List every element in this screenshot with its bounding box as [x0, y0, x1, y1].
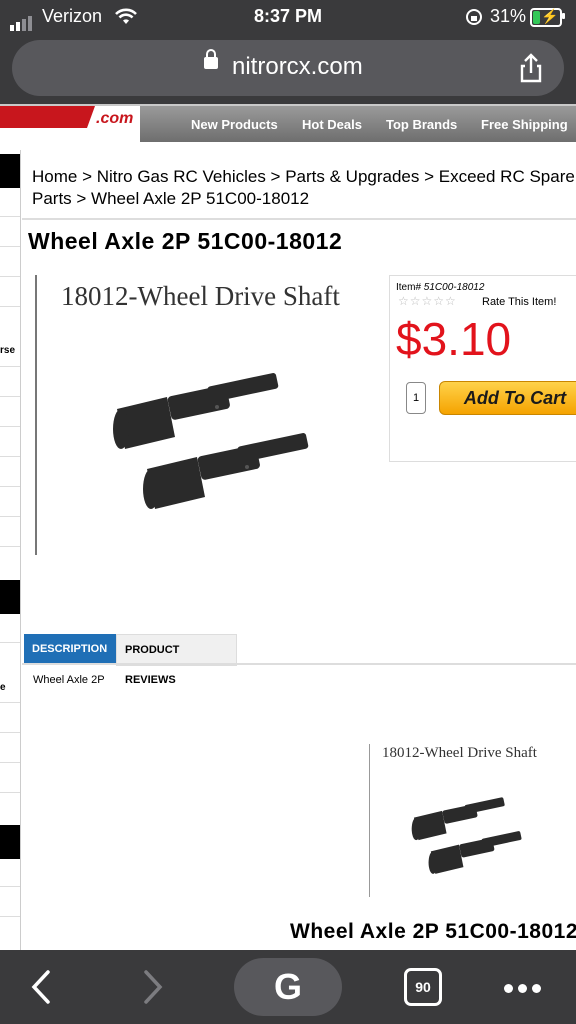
tab-description[interactable]: DESCRIPTION [24, 634, 116, 664]
forward-icon[interactable] [140, 968, 166, 1006]
sidebar-divider [0, 246, 20, 247]
sidebar-divider [0, 546, 20, 547]
add-to-cart-button[interactable]: Add To Cart [439, 381, 576, 415]
google-icon: G [273, 966, 302, 1007]
divider [22, 218, 576, 220]
product-image-caption: 18012-Wheel Drive Shaft [61, 281, 340, 311]
sidebar-header-block [0, 580, 20, 614]
sidebar-divider [0, 426, 20, 427]
sidebar-divider [0, 456, 20, 457]
price: $3.10 [396, 313, 512, 365]
divider [22, 663, 576, 665]
description-image: 18012-Wheel Drive Shaft [369, 744, 570, 897]
sidebar-divider [0, 516, 20, 517]
sidebar-divider [0, 396, 20, 397]
logo-mark [0, 106, 96, 128]
description-title-clip: Wheel Axle 2P 51C00-18012 [0, 915, 576, 950]
sidebar-item-label[interactable]: e [0, 682, 6, 693]
address-bar[interactable]: nitrorcx.com [12, 40, 564, 96]
drive-shaft-image [113, 373, 309, 509]
sidebar-divider [0, 792, 20, 793]
product-image[interactable]: 18012-Wheel Drive Shaft [35, 275, 367, 555]
battery-cap [562, 13, 565, 19]
sidebar-item-label[interactable]: rse [0, 345, 15, 356]
status-bar: Verizon 8:37 PM 31% ⚡ [0, 0, 576, 34]
sidebar-divider [0, 366, 20, 367]
sidebar-divider [0, 306, 20, 307]
site-logo[interactable]: .com [0, 106, 140, 142]
nav-hot-deals[interactable]: Hot Deals [302, 117, 362, 132]
sidebar-header-block [0, 154, 20, 188]
sidebar-header-block [0, 825, 20, 859]
item-number-value: 51C00-18012 [423, 282, 485, 293]
sidebar-divider [0, 486, 20, 487]
nav-top-brands[interactable]: Top Brands [386, 117, 457, 132]
rate-item-link[interactable]: Rate This Item! [482, 296, 556, 308]
purchase-box: Item# 51C00-18012 ☆☆☆☆☆ Rate This Item! … [389, 275, 576, 462]
sidebar-divider [0, 276, 20, 277]
item-number: Item# 51C00-18012 [396, 282, 484, 293]
description-image-caption: 18012-Wheel Drive Shaft [382, 745, 537, 761]
more-menu-icon[interactable] [504, 980, 546, 998]
breadcrumb[interactable]: Home > Nitro Gas RC Vehicles > Parts & U… [32, 166, 576, 210]
browser-bottom-bar: G 90 [0, 950, 576, 1024]
tab-switcher-button[interactable]: 90 [404, 968, 442, 1006]
sidebar-divider [0, 642, 20, 643]
nav-free-shipping[interactable]: Free Shipping [481, 117, 568, 132]
sidebar-divider [0, 886, 20, 887]
rotation-lock-icon [466, 9, 482, 25]
battery-percent: 31% [490, 6, 527, 26]
sidebar-divider [0, 702, 20, 703]
share-icon[interactable] [516, 52, 546, 84]
browser-top-bar: Verizon 8:37 PM 31% ⚡ nitrorcx.com [0, 0, 576, 104]
sidebar-divider [0, 732, 20, 733]
battery-icon: ⚡ [530, 8, 562, 27]
lock-icon [204, 49, 218, 69]
drive-shaft-image [411, 797, 522, 874]
back-icon[interactable] [28, 968, 54, 1006]
google-search-button[interactable]: G [234, 958, 342, 1016]
quantity-input[interactable]: 1 [406, 382, 426, 414]
page-title: Wheel Axle 2P 51C00-18012 [28, 228, 343, 254]
rating-stars[interactable]: ☆☆☆☆☆ [398, 294, 457, 308]
site-header: .com New Products Hot Deals Top Brands F… [0, 104, 576, 142]
item-number-label: Item# [396, 282, 422, 293]
url-host: nitrorcx.com [232, 53, 363, 80]
tab-product-reviews[interactable]: PRODUCT REVIEWS [116, 634, 237, 686]
category-sidebar: rse e [0, 150, 21, 950]
nav-new-products[interactable]: New Products [191, 117, 278, 132]
sidebar-divider [0, 216, 20, 217]
description-title: Wheel Axle 2P 51C00-18012 [290, 920, 576, 943]
logo-text: .com [96, 110, 134, 127]
sidebar-divider [0, 762, 20, 763]
description-text: Wheel Axle 2P [33, 674, 105, 686]
